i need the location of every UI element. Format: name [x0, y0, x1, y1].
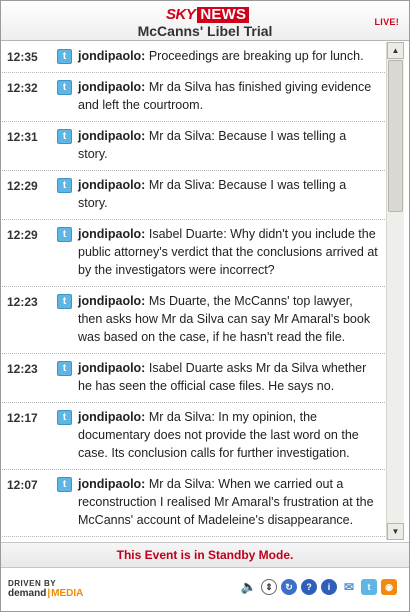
brand-demand: demand	[8, 588, 47, 599]
info-icon[interactable]: i	[321, 579, 337, 595]
twitter-bird-icon[interactable]: t	[57, 80, 72, 95]
entry-content: t jondipaolo: Mr da Silva: In my opinion,…	[57, 408, 385, 462]
entry-time: 12:07	[7, 478, 38, 492]
twitter-bird-icon[interactable]: t	[57, 294, 72, 309]
event-title: McCanns' Libel Trial	[137, 23, 273, 39]
entry-text: jondipaolo: Mr da Silva: Because I was t…	[78, 127, 379, 163]
twitter-bird-icon[interactable]: t	[57, 361, 72, 376]
entry-text: jondipaolo: Isabel Duarte asks Mr da Sil…	[78, 359, 379, 395]
driven-by-label: DRIVEN BY	[8, 579, 57, 588]
entry-text: jondipaolo: Mr da Silva has finished giv…	[78, 78, 379, 114]
logo-sky: SKY	[166, 6, 196, 23]
footer: DRIVEN BY demand|MEDIA 🔈 ⇕ ↻ ? i ✉ t ◉	[1, 569, 409, 611]
entry-author[interactable]: jondipaolo:	[78, 178, 145, 192]
status-message: This Event is in Standby Mode.	[116, 548, 294, 562]
entry-author[interactable]: jondipaolo:	[78, 294, 145, 308]
entry-time: 12:23	[7, 362, 38, 376]
sky-news-logo: SKY NEWS	[166, 6, 250, 23]
entry-text: jondipaolo: Mr da Silva: In my opinion, …	[78, 408, 379, 462]
entry-time: 12:23	[7, 295, 38, 309]
entry-message: Proceedings are breaking up for lunch.	[148, 49, 364, 63]
entry-text: jondipaolo: Ms Duarte, the McCanns' top …	[78, 292, 379, 346]
feed-list[interactable]: 12:35 t jondipaolo: Proceedings are breaki…	[2, 42, 385, 540]
entry-text: jondipaolo: Isabel Duarte: Why didn't yo…	[78, 225, 379, 279]
feed-scrollbar[interactable]: ▲ ▼	[386, 42, 404, 540]
feed-entry: 12:23 t jondipaolo: Isabel Duarte asks Mr …	[2, 354, 385, 403]
entry-author[interactable]: jondipaolo:	[78, 477, 145, 491]
entry-author[interactable]: jondipaolo:	[78, 361, 145, 375]
refresh-icon[interactable]: ↻	[281, 579, 297, 595]
entry-author[interactable]: jondipaolo:	[78, 227, 145, 241]
feed-entry: 12:29 t jondipaolo: Mr da Sliva: Because I…	[2, 171, 385, 220]
entry-time: 12:31	[7, 130, 38, 144]
entry-content: t jondipaolo: Ms Duarte, the McCanns' top…	[57, 292, 385, 346]
entry-time: 12:35	[7, 50, 38, 64]
demand-media-logo[interactable]: demand|MEDIA	[8, 588, 83, 600]
twitter-bird-icon[interactable]: t	[57, 178, 72, 193]
entry-author[interactable]: jondipaolo:	[78, 129, 145, 143]
feed-entry: 12:35 t jondipaolo: Proceedings are breaki…	[2, 42, 385, 73]
header: SKY NEWS McCanns' Libel Trial LIVE!	[1, 1, 409, 41]
status-bar: This Event is in Standby Mode.	[1, 542, 409, 568]
feed-entry: 12:32 t jondipaolo: Mr da Silva has finish…	[2, 73, 385, 122]
entry-time: 12:32	[7, 81, 38, 95]
logo-news: NEWS	[197, 7, 250, 23]
feed-entry: 12:07 t jondipaolo: Mr da Silva: When we c…	[2, 470, 385, 537]
entry-content: t jondipaolo: Isabel Duarte: Why didn't y…	[57, 225, 385, 279]
twitter-bird-icon[interactable]: t	[57, 477, 72, 492]
entry-text: jondipaolo: Mr da Sliva: Because I was t…	[78, 176, 379, 212]
entry-time: 12:29	[7, 179, 38, 193]
entry-author[interactable]: jondipaolo:	[78, 49, 145, 63]
entry-content: t jondipaolo: Mr da Silva: When we carrie…	[57, 475, 385, 529]
live-feed-widget: SKY NEWS McCanns' Libel Trial LIVE! 12:3…	[0, 0, 410, 612]
drag-icon[interactable]: ⇕	[261, 579, 277, 595]
scroll-down-button[interactable]: ▼	[387, 523, 404, 540]
entry-time: 12:17	[7, 411, 38, 425]
entry-text: jondipaolo: Mr da Silva: When we carried…	[78, 475, 379, 529]
entry-text: jondipaolo: Proceedings are breaking up …	[78, 47, 364, 65]
twitter-bird-icon[interactable]: t	[57, 410, 72, 425]
entry-content: t jondipaolo: Mr da Sliva: Because I was …	[57, 176, 385, 212]
feed-entry: 12:29 t jondipaolo: Isabel Duarte: Why did…	[2, 220, 385, 287]
feed-entry: 12:23 t jondipaolo: Ms Duarte, the McCanns…	[2, 287, 385, 354]
entry-author[interactable]: jondipaolo:	[78, 80, 145, 94]
speaker-icon[interactable]: 🔈	[241, 579, 257, 595]
scroll-thumb[interactable]	[388, 60, 403, 212]
entry-content: t jondipaolo: Proceedings are breaking up…	[57, 47, 385, 65]
live-badge: LIVE!	[374, 17, 399, 27]
footer-toolbar: 🔈 ⇕ ↻ ? i ✉ t ◉	[241, 579, 397, 595]
twitter-bird-icon[interactable]: t	[57, 129, 72, 144]
entry-author[interactable]: jondipaolo:	[78, 410, 145, 424]
twitter-icon[interactable]: t	[361, 579, 377, 595]
scroll-up-button[interactable]: ▲	[387, 42, 404, 59]
brand-media: MEDIA	[51, 588, 84, 599]
twitter-bird-icon[interactable]: t	[57, 49, 72, 64]
entry-content: t jondipaolo: Isabel Duarte asks Mr da Si…	[57, 359, 385, 395]
feed-entry: 12:17 t jondipaolo: Mr da Silva: In my opi…	[2, 403, 385, 470]
entry-time: 12:29	[7, 228, 38, 242]
feed-entry: 12:31 t jondipaolo: Mr da Silva: Because I…	[2, 122, 385, 171]
twitter-bird-icon[interactable]: t	[57, 227, 72, 242]
entry-content: t jondipaolo: Mr da Silva has finished gi…	[57, 78, 385, 114]
help-icon[interactable]: ?	[301, 579, 317, 595]
entry-content: t jondipaolo: Mr da Silva: Because I was …	[57, 127, 385, 163]
chat-icon[interactable]: ✉	[341, 579, 357, 595]
rss-icon[interactable]: ◉	[381, 579, 397, 595]
